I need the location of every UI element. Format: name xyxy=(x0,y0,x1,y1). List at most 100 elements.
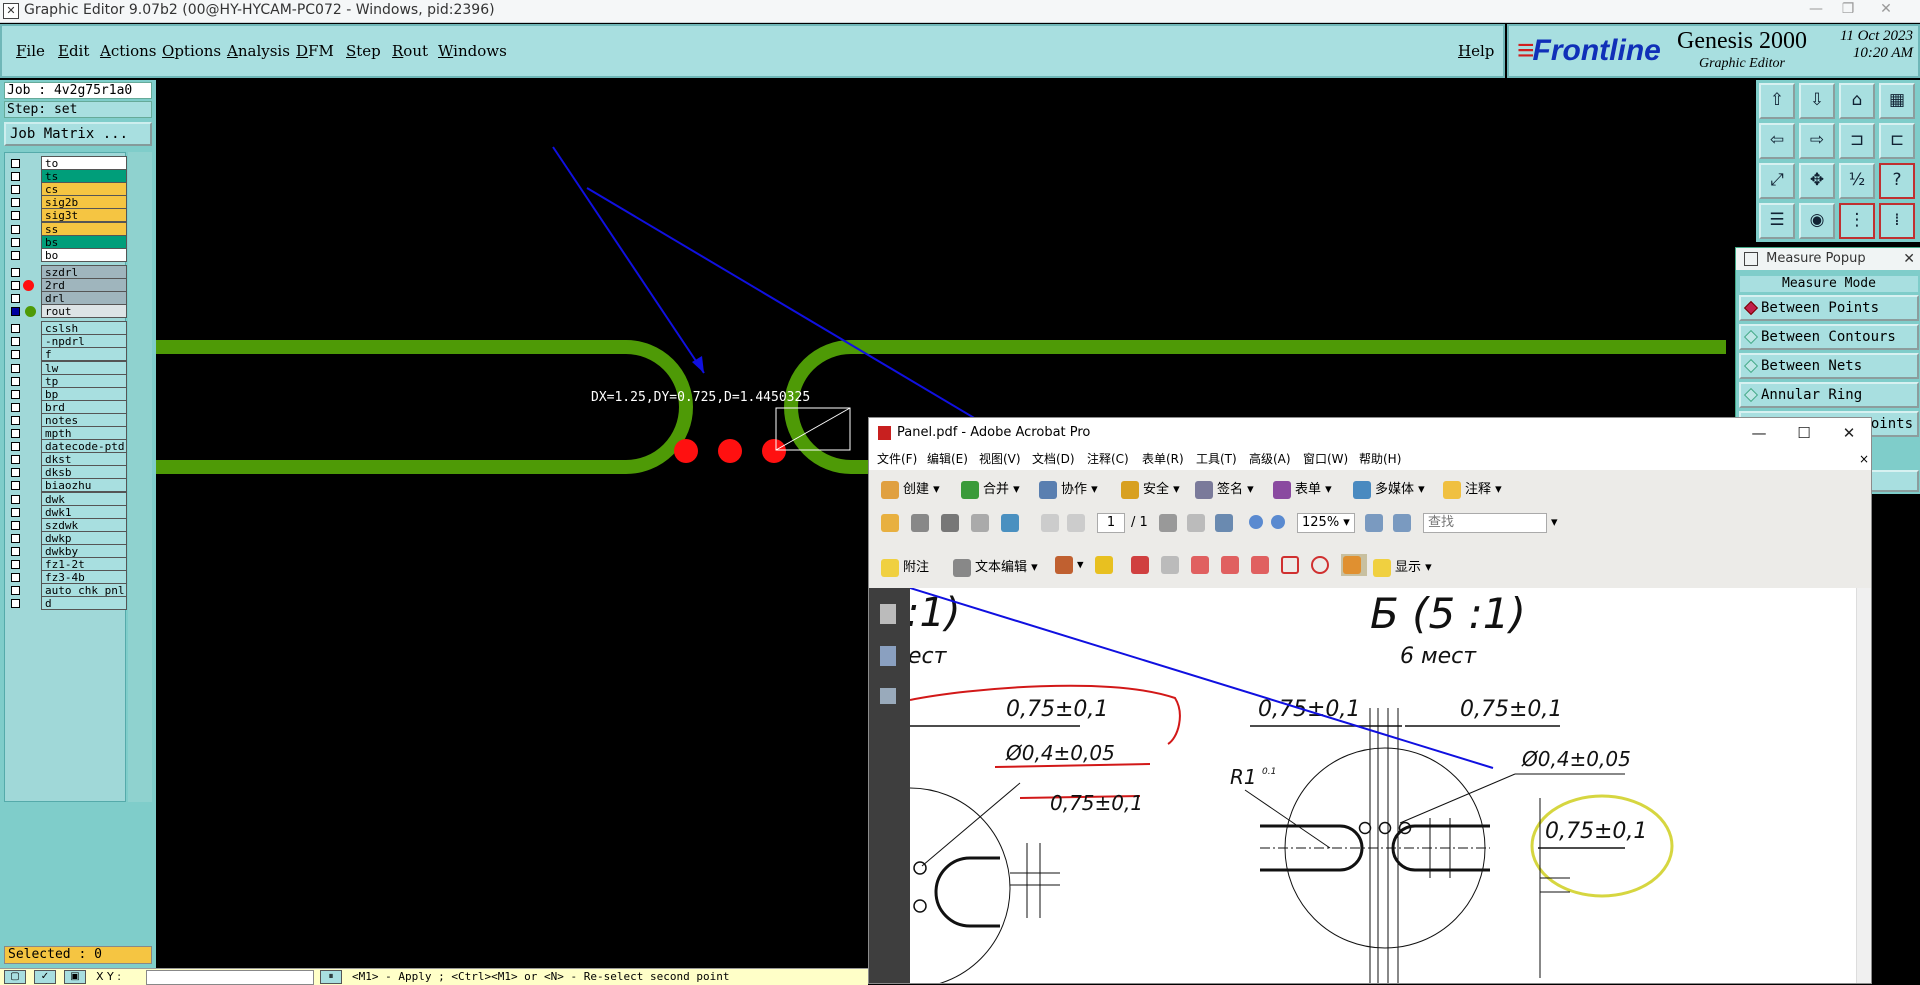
menu-edit[interactable]: Edit xyxy=(58,42,89,60)
layer-checkbox[interactable] xyxy=(11,389,20,399)
oval-tool-icon[interactable] xyxy=(1311,556,1333,574)
mode-between-points[interactable]: Between Points xyxy=(1739,295,1919,321)
layer-name[interactable]: brd xyxy=(41,399,127,414)
pages-icon[interactable] xyxy=(880,604,896,624)
scale-1-2-icon[interactable]: ½ xyxy=(1839,163,1875,199)
menu-step[interactable]: Step xyxy=(346,42,381,60)
acrobat-menu-item[interactable]: 文件(F) xyxy=(877,448,917,470)
zoom-fit-icon[interactable]: ⤢ xyxy=(1759,163,1795,199)
layer-checkbox[interactable] xyxy=(11,573,20,583)
layer-name[interactable]: mpth xyxy=(41,426,127,440)
layer-row-rout[interactable]: rout xyxy=(5,304,127,319)
home-icon[interactable]: ⌂ xyxy=(1839,83,1875,119)
layer-checkbox[interactable] xyxy=(11,533,20,543)
layer-checkbox[interactable] xyxy=(11,468,20,478)
rectangle-tool-icon[interactable] xyxy=(1281,556,1303,574)
home-down-icon[interactable]: ⇩ xyxy=(1799,83,1835,119)
layer-checkbox[interactable] xyxy=(11,520,20,530)
show-button[interactable]: 显示 ▾ xyxy=(1373,556,1432,577)
layer-name[interactable]: dwk1 xyxy=(41,504,127,519)
pan-left-icon[interactable]: ⇦ xyxy=(1759,123,1795,159)
pdf-scrollbar[interactable] xyxy=(1856,588,1871,983)
layer-checkbox[interactable] xyxy=(11,481,20,491)
acrobat-menu-item[interactable]: 窗口(W) xyxy=(1303,448,1348,470)
menu-dfm[interactable]: DFM xyxy=(296,42,334,60)
layer-checkbox[interactable] xyxy=(11,159,20,168)
layer-name[interactable]: ts xyxy=(41,169,127,184)
step-icon[interactable]: ⊏ xyxy=(1879,123,1915,159)
maximize-button[interactable]: ❐ xyxy=(1832,1,1864,17)
sticky-note-button[interactable]: 附注 xyxy=(881,556,929,577)
pan-right-icon[interactable]: ⇨ xyxy=(1799,123,1835,159)
layer-name[interactable]: dwkp xyxy=(41,530,127,545)
layer-name[interactable]: d xyxy=(41,596,127,611)
layer-checkbox[interactable] xyxy=(11,494,20,504)
layer-name[interactable]: cslsh xyxy=(41,321,127,336)
layer-name[interactable]: dkst xyxy=(41,452,127,467)
acrobat-close-button[interactable]: ✕ xyxy=(1829,418,1869,448)
acrobat-menu-item[interactable]: 帮助(H) xyxy=(1359,448,1401,470)
target-icon[interactable]: ◉ xyxy=(1799,203,1835,239)
menu-windows[interactable]: Windows xyxy=(438,42,507,60)
snap-icon[interactable]: ⊐ xyxy=(1839,123,1875,159)
layer-name[interactable]: fz1-2t xyxy=(41,557,127,571)
email-icon[interactable] xyxy=(971,514,993,532)
callout-icon[interactable] xyxy=(1131,556,1153,574)
acrobat-menu-item[interactable]: 表单(R) xyxy=(1142,448,1184,470)
layer-name[interactable]: drl xyxy=(41,291,127,305)
zoom-in-icon[interactable] xyxy=(1271,514,1289,529)
layer-checkbox[interactable] xyxy=(11,455,20,465)
full-screen-icon[interactable] xyxy=(1393,514,1415,532)
layer-name[interactable]: dwk xyxy=(41,491,127,506)
layer-row-d[interactable]: d xyxy=(5,596,127,611)
acrobat-menu-item[interactable]: 文档(D) xyxy=(1032,448,1075,470)
layer-checkbox[interactable] xyxy=(11,337,20,347)
cloud-icon[interactable] xyxy=(1191,556,1213,574)
layer-checkbox[interactable] xyxy=(11,324,20,334)
layer-list-scrollbar[interactable] xyxy=(128,152,152,802)
web-icon[interactable] xyxy=(1001,514,1023,532)
sign-button[interactable]: 签名 ▾ xyxy=(1195,478,1254,499)
menu-analysis[interactable]: Analysis xyxy=(227,42,290,60)
layer-name[interactable]: 2rd xyxy=(41,277,127,292)
acrobat-menu-item[interactable]: 注释(C) xyxy=(1087,448,1129,470)
layer-checkbox[interactable] xyxy=(11,198,20,208)
forms-button[interactable]: 表单 ▾ xyxy=(1273,478,1332,499)
next-page-icon[interactable] xyxy=(1067,514,1089,532)
layer-name[interactable]: szdrl xyxy=(41,264,127,279)
layer-checkbox[interactable] xyxy=(11,250,20,260)
bookmarks-icon[interactable] xyxy=(880,646,896,666)
layer-name[interactable]: datecode-ptd xyxy=(41,439,127,454)
grid-icon[interactable]: ▦ xyxy=(1879,83,1915,119)
xy-input[interactable] xyxy=(146,970,314,985)
create-button[interactable]: 创建 ▾ xyxy=(881,478,940,499)
check-icon[interactable]: ✓ xyxy=(34,970,56,984)
home-up-icon[interactable]: ⇧ xyxy=(1759,83,1795,119)
mode-between-nets[interactable]: Between Nets xyxy=(1739,353,1919,379)
layer-name[interactable]: sig3t xyxy=(41,208,127,223)
layer-checkbox[interactable] xyxy=(11,429,20,438)
multimedia-button[interactable]: 多媒体 ▾ xyxy=(1353,478,1425,499)
layer-checkbox[interactable] xyxy=(11,172,20,182)
layer-name[interactable]: cs xyxy=(41,182,127,197)
layer-name[interactable]: dksb xyxy=(41,465,127,480)
layer-checkbox[interactable] xyxy=(11,599,20,609)
signatures-icon[interactable] xyxy=(880,688,896,704)
acrobat-menu-item[interactable]: 工具(T) xyxy=(1196,448,1237,470)
close-button[interactable]: ✕ xyxy=(1870,1,1902,17)
menu-file[interactable]: File xyxy=(16,42,45,60)
layer-name[interactable]: bo xyxy=(41,247,127,262)
layer-name[interactable]: notes xyxy=(41,412,127,427)
layer-name[interactable]: lw xyxy=(41,360,127,375)
line-tool-icon[interactable] xyxy=(1251,556,1273,574)
acrobat-menu-item[interactable]: 编辑(E) xyxy=(927,448,968,470)
layer-checkbox[interactable] xyxy=(11,237,20,247)
comment-button[interactable]: 注释 ▾ xyxy=(1443,478,1502,499)
query-icon[interactable]: ? xyxy=(1879,163,1915,199)
textbox-icon[interactable] xyxy=(1161,556,1183,574)
layer-name[interactable]: to xyxy=(41,156,127,170)
layer-checkbox[interactable] xyxy=(11,211,20,221)
layer-checkbox[interactable] xyxy=(11,546,20,556)
acrobat-menu-item[interactable]: 视图(V) xyxy=(979,448,1021,470)
layer-name[interactable]: rout xyxy=(41,304,127,319)
